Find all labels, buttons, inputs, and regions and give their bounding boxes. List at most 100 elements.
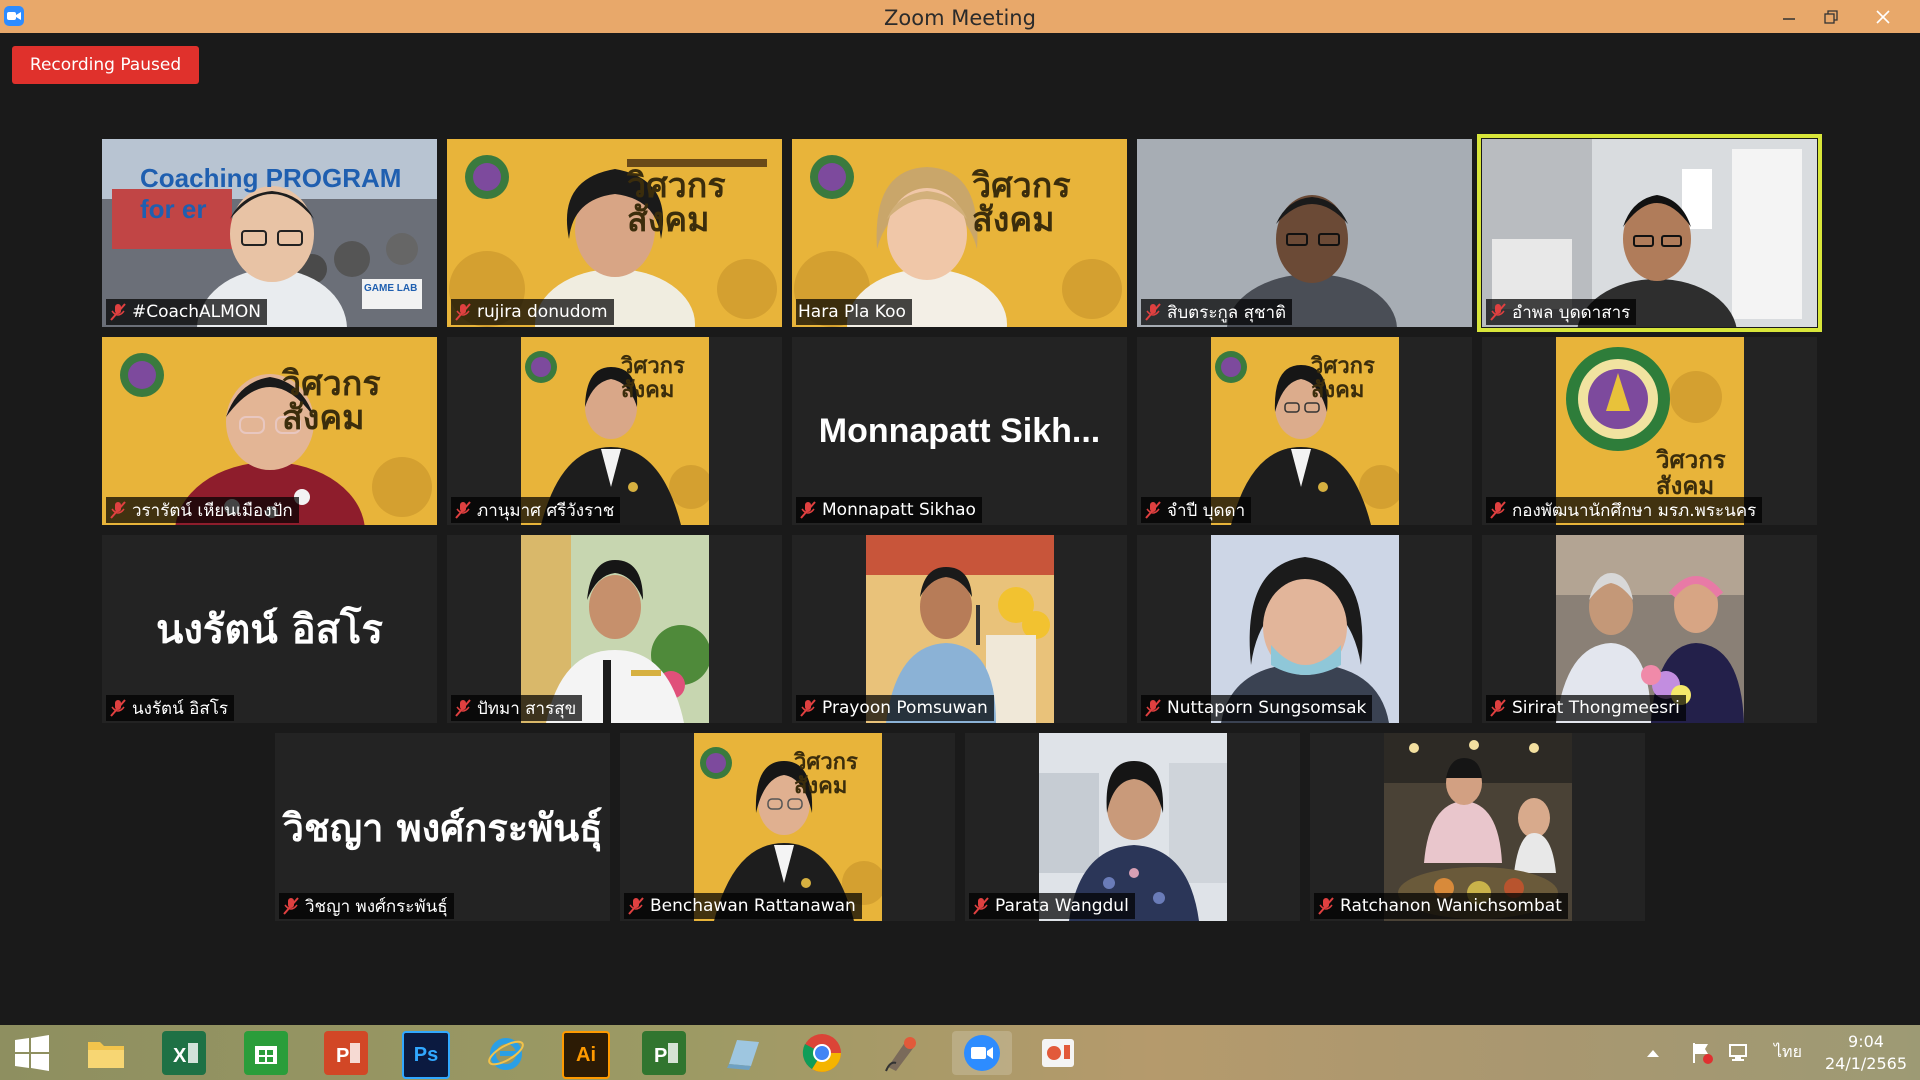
show-hidden-icons-button[interactable] bbox=[1646, 1025, 1660, 1080]
participant-tile[interactable]: Parata Wangdul bbox=[965, 733, 1300, 921]
powerpoint-icon[interactable]: P bbox=[324, 1031, 368, 1075]
participant-tile[interactable]: Prayoon Pomsuwan bbox=[792, 535, 1127, 723]
banner-text: วิศวกร สังคม bbox=[794, 750, 858, 799]
muted-mic-icon bbox=[453, 302, 473, 322]
participant-name: วิชญา พงศ์กระพันธุ์ bbox=[305, 896, 448, 917]
participant-name-tag: Parata Wangdul bbox=[969, 893, 1135, 919]
participant-name: Monnapatt Sikhao bbox=[822, 500, 976, 520]
muted-mic-icon bbox=[1316, 896, 1336, 916]
participant-name-tag: กองพัฒนานักศึกษา มรภ.พระนคร bbox=[1486, 497, 1763, 523]
photoshop-icon[interactable]: Ps bbox=[402, 1031, 450, 1079]
participant-name-tag: Ratchanon Wanichsombat bbox=[1314, 893, 1568, 919]
project-icon[interactable]: P bbox=[642, 1031, 686, 1075]
participant-tile[interactable]: Ratchanon Wanichsombat bbox=[1310, 733, 1645, 921]
participant-name-tag: Hara Pla Koo bbox=[796, 299, 912, 325]
participant-name-tag: วิชญา พงศ์กระพันธุ์ bbox=[279, 893, 454, 919]
zoom-icon[interactable] bbox=[952, 1031, 1012, 1075]
game-lab-logo: GAME LAB bbox=[364, 283, 418, 294]
internet-explorer-icon[interactable] bbox=[484, 1031, 528, 1075]
participant-tile[interactable]: วิศวกร สังคม วรารัตน์ เหียนเมืองปัก bbox=[102, 337, 437, 525]
participant-name: กองพัฒนานักศึกษา มรภ.พระนคร bbox=[1512, 500, 1757, 521]
participant-name: ปัทมา สารสุข bbox=[477, 698, 577, 719]
participant-tile[interactable]: นงรัตน์ อิสโร นงรัตน์ อิสโร bbox=[102, 535, 437, 723]
svg-text:P: P bbox=[336, 1045, 349, 1067]
banner-text: วิศวกร สังคม bbox=[1311, 354, 1375, 403]
clock-time: 9:04 bbox=[1848, 1032, 1884, 1051]
participant-name-tag: ภานุมาศ ศรีวังราช bbox=[451, 497, 621, 523]
store-icon[interactable] bbox=[244, 1031, 288, 1075]
participant-tile[interactable]: วิศวกร สังคม ภานุมาศ ศรีวังราช bbox=[447, 337, 782, 525]
excel-icon[interactable]: X bbox=[162, 1031, 206, 1075]
window-title: Zoom Meeting bbox=[884, 6, 1036, 30]
close-button[interactable] bbox=[1860, 0, 1906, 33]
file-explorer-icon[interactable] bbox=[84, 1031, 128, 1075]
notepad-icon[interactable] bbox=[722, 1031, 766, 1075]
illustrator-icon[interactable]: Ai bbox=[562, 1031, 610, 1079]
participant-name: Benchawan Rattanawan bbox=[650, 896, 856, 916]
svg-text:P: P bbox=[654, 1045, 667, 1067]
participant-name: จำปี บุดดา bbox=[1167, 500, 1246, 521]
participant-name-tag: rujira donudom bbox=[451, 299, 614, 325]
participant-tile[interactable]: วิศวกร สังคม Hara Pla Koo bbox=[792, 139, 1127, 327]
participant-name-tag: Nuttaporn Sungsomsak bbox=[1141, 695, 1373, 721]
participant-tile[interactable]: ปัทมา สารสุข bbox=[447, 535, 782, 723]
muted-mic-icon bbox=[1143, 698, 1163, 718]
muted-mic-icon bbox=[798, 698, 818, 718]
muted-mic-icon bbox=[1143, 302, 1163, 322]
slide-title-text: Coaching PROGRAM for er bbox=[140, 163, 402, 224]
participant-tile[interactable]: สิบตระกูล สุชาติ bbox=[1137, 139, 1472, 327]
participant-name: Hara Pla Koo bbox=[798, 302, 906, 322]
muted-mic-icon bbox=[626, 896, 646, 916]
participant-name-tag: นงรัตน์ อิสโร bbox=[106, 695, 234, 721]
input-language-indicator[interactable]: ไทย bbox=[1774, 1025, 1802, 1080]
participant-name-tag: สิบตระกูล สุชาติ bbox=[1141, 299, 1293, 325]
taskbar-clock[interactable]: 9:04 24/1/2565 bbox=[1820, 1031, 1912, 1075]
paint-icon[interactable] bbox=[880, 1031, 924, 1075]
participant-name-tag: Benchawan Rattanawan bbox=[624, 893, 862, 919]
participant-tile[interactable]: Monnapatt Sikh... Monnapatt Sikhao bbox=[792, 337, 1127, 525]
banner-text: วิศวกร สังคม bbox=[972, 166, 1071, 240]
participant-tile[interactable]: Coaching PROGRAM for er GAME LAB #CoachA… bbox=[102, 139, 437, 327]
participant-name: #CoachALMON bbox=[132, 302, 261, 322]
muted-mic-icon bbox=[108, 302, 128, 322]
minimize-button[interactable] bbox=[1766, 0, 1812, 33]
svg-text:X: X bbox=[173, 1045, 187, 1067]
participant-name: วรารัตน์ เหียนเมืองปัก bbox=[132, 500, 293, 521]
recording-status-badge[interactable]: Recording Paused bbox=[12, 46, 199, 84]
start-icon[interactable] bbox=[10, 1031, 54, 1075]
muted-mic-icon bbox=[108, 698, 128, 718]
chrome-icon[interactable] bbox=[800, 1031, 844, 1075]
muted-mic-icon bbox=[453, 698, 473, 718]
muted-mic-icon bbox=[798, 500, 818, 520]
participant-tile[interactable]: Sirirat Thongmeesri bbox=[1482, 535, 1817, 723]
participant-tile[interactable]: วิศวกร สังคม กองพัฒนานักศึกษา มรภ.พระนคร bbox=[1482, 337, 1817, 525]
participant-name: อำพล บุดดาสาร bbox=[1512, 302, 1631, 323]
participant-name: Parata Wangdul bbox=[995, 896, 1129, 916]
muted-mic-icon bbox=[971, 896, 991, 916]
participant-name: Sirirat Thongmeesri bbox=[1512, 698, 1680, 718]
participant-tile-active-speaker[interactable]: อำพล บุดดาสาร bbox=[1477, 134, 1822, 332]
title-bar: Zoom Meeting bbox=[0, 0, 1920, 33]
participant-tile[interactable]: Nuttaporn Sungsomsak bbox=[1137, 535, 1472, 723]
participant-tile[interactable]: วิชญา พงศ์กระพันธุ์ วิชญา พงศ์กระพันธุ์ bbox=[275, 733, 610, 921]
muted-mic-icon bbox=[281, 896, 301, 916]
participant-name: Prayoon Pomsuwan bbox=[822, 698, 988, 718]
muted-mic-icon bbox=[1488, 500, 1508, 520]
participant-name-tag: วรารัตน์ เหียนเมืองปัก bbox=[106, 497, 299, 523]
participant-name-tag: Monnapatt Sikhao bbox=[796, 497, 982, 523]
participant-name-tag: อำพล บุดดาสาร bbox=[1486, 299, 1637, 325]
participant-tile[interactable]: วิศวกร สังคม rujira donudom bbox=[447, 139, 782, 327]
participant-tile[interactable]: วิศวกร สังคม จำปี บุดดา bbox=[1137, 337, 1472, 525]
restore-button[interactable] bbox=[1808, 0, 1854, 33]
action-center-flag-icon[interactable] bbox=[1690, 1025, 1714, 1080]
clock-date: 24/1/2565 bbox=[1824, 1054, 1908, 1073]
network-icon[interactable] bbox=[1728, 1025, 1752, 1080]
muted-mic-icon bbox=[108, 500, 128, 520]
muted-mic-icon bbox=[453, 500, 473, 520]
participant-tile[interactable]: วิศวกร สังคม Benchawan Rattanawan bbox=[620, 733, 955, 921]
participant-name: Ratchanon Wanichsombat bbox=[1340, 896, 1562, 916]
windows-taskbar: X P Ps Ai P ไทย 9:04 24/1/2565 bbox=[0, 1025, 1920, 1080]
muted-mic-icon bbox=[1143, 500, 1163, 520]
muted-mic-icon bbox=[1488, 698, 1508, 718]
slides-icon[interactable] bbox=[1036, 1031, 1080, 1075]
